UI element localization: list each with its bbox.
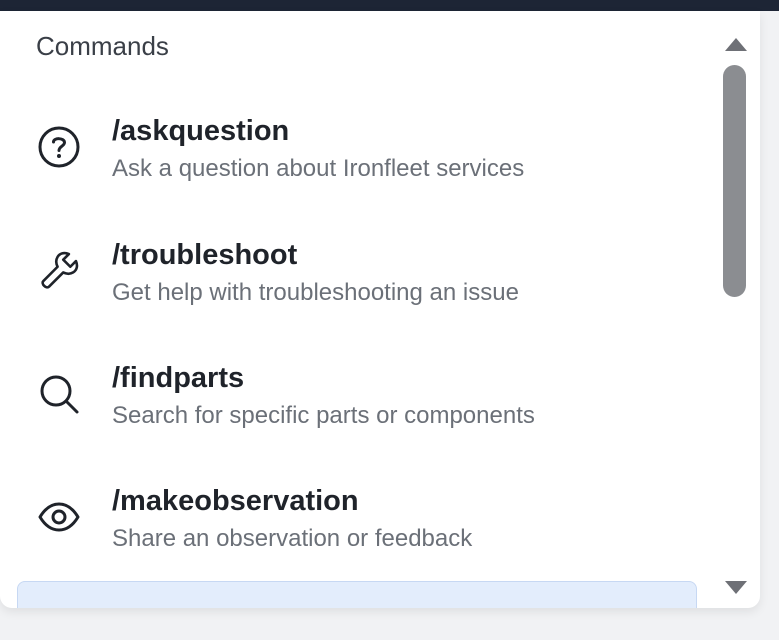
command-item-askquestion[interactable]: /askquestion Ask a question about Ironfl… — [0, 115, 710, 195]
command-item-highlighted[interactable] — [17, 581, 697, 608]
eye-icon — [35, 493, 83, 541]
command-item-findparts[interactable]: /findparts Search for specific parts or … — [0, 362, 710, 442]
scroll-up-arrow-icon[interactable] — [724, 37, 748, 51]
command-description: Search for specific parts or components — [112, 402, 535, 429]
wrench-icon — [35, 247, 83, 295]
question-circle-icon — [35, 123, 83, 171]
scrollbar-thumb[interactable] — [723, 65, 746, 297]
command-name: /troubleshoot — [112, 239, 298, 271]
command-description: Share an observation or feedback — [112, 525, 473, 552]
command-name: /askquestion — [112, 115, 290, 147]
command-item-makeobservation[interactable]: /makeobservation Share an observation or… — [0, 485, 710, 565]
command-item-troubleshoot[interactable]: /troubleshoot Get help with troubleshoot… — [0, 239, 710, 319]
scroll-down-arrow-icon[interactable] — [724, 581, 748, 595]
command-description: Ask a question about Ironfleet services — [112, 155, 525, 182]
top-bar — [0, 0, 779, 11]
command-description: Get help with troubleshooting an issue — [112, 279, 519, 306]
command-name: /makeobservation — [112, 485, 359, 517]
search-icon — [35, 370, 83, 418]
command-name: /findparts — [112, 362, 245, 394]
commands-popup: Commands /askquestion Ask a question abo… — [0, 11, 760, 608]
commands-heading: Commands — [36, 31, 169, 61]
